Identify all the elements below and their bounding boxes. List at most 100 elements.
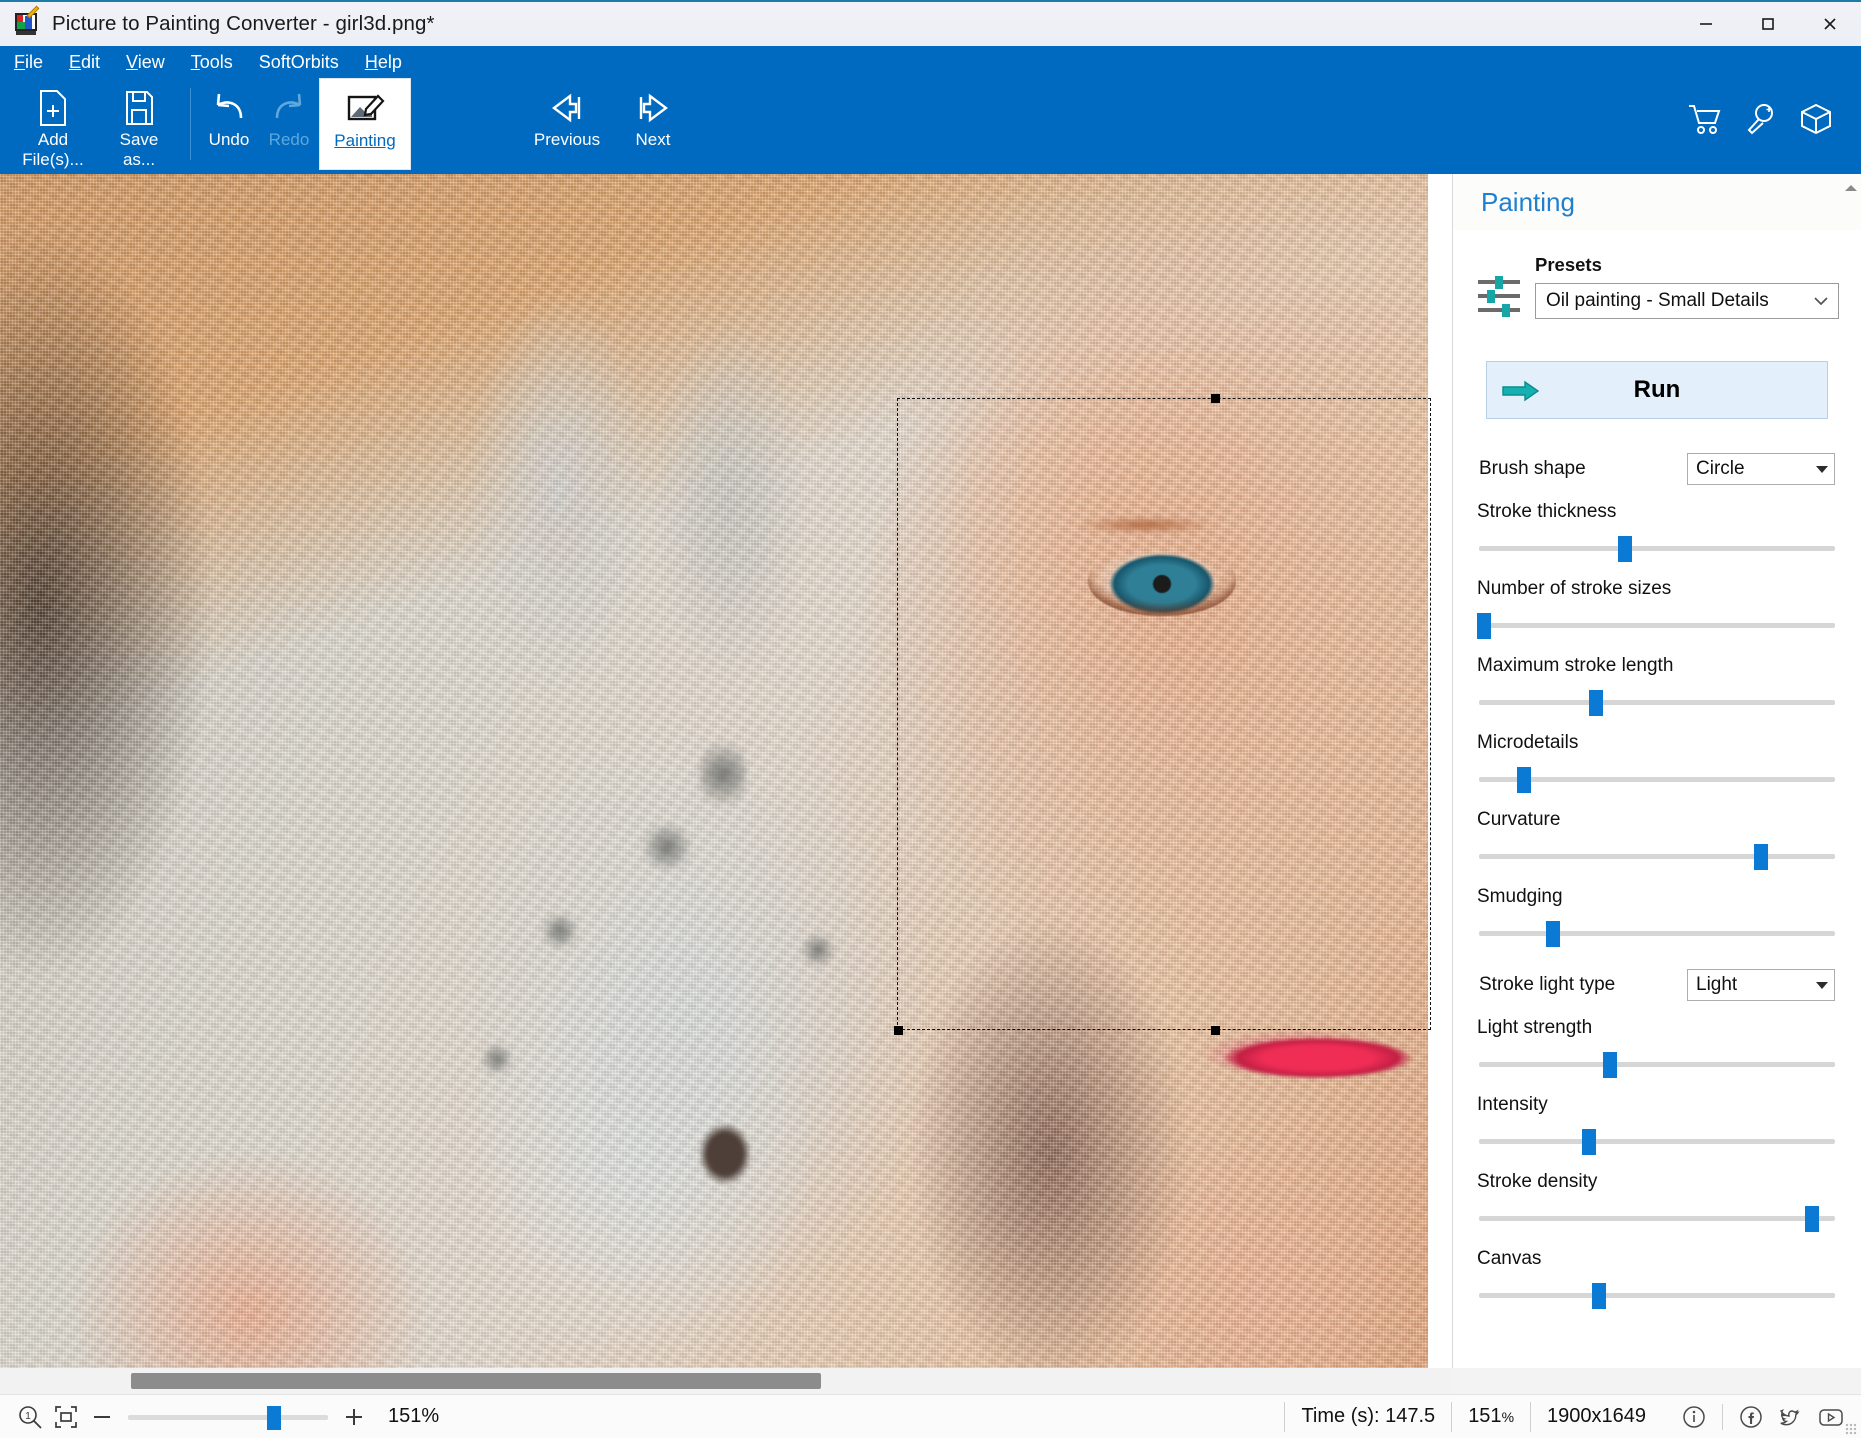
key-icon[interactable] — [1743, 102, 1777, 141]
slider-microdetails: Microdetails — [1475, 732, 1839, 793]
stroke-light-type-dropdown[interactable]: Light — [1687, 969, 1835, 1001]
menu-edit[interactable]: Edit — [69, 52, 100, 73]
slider-thumb[interactable] — [1754, 844, 1769, 870]
add-file-icon — [36, 86, 70, 130]
slider-thumb[interactable] — [1592, 1283, 1607, 1309]
lips-detail — [1218, 1032, 1418, 1084]
save-as-label-2: as... — [122, 150, 156, 169]
selection-handle-bottom-center[interactable] — [1211, 1026, 1220, 1035]
slider-track-wrap[interactable] — [1477, 1206, 1837, 1232]
maximize-button[interactable] — [1737, 1, 1799, 47]
zoom-out-minus-icon[interactable] — [84, 1399, 120, 1435]
close-button[interactable] — [1799, 1, 1861, 47]
redo-arrow-icon — [267, 86, 311, 130]
brush-shape-label: Brush shape — [1479, 458, 1586, 479]
slider-thumb[interactable] — [1581, 1129, 1596, 1155]
box-icon[interactable] — [1799, 102, 1833, 141]
zoom-slider-thumb[interactable] — [267, 1405, 281, 1430]
status-bar: 1 151% Time (s): 147.5 151 % 1900x1649 — [0, 1394, 1861, 1438]
zoom-slider[interactable] — [128, 1399, 328, 1435]
slider-track — [1479, 777, 1835, 782]
menu-bar: FFileile Edit View Tools SoftOrbits Help — [0, 46, 1861, 78]
undo-button[interactable]: Undo — [199, 78, 259, 170]
canvas-horizontal-scrollbar[interactable] — [0, 1368, 1452, 1394]
status-scale-unit: % — [1501, 1408, 1515, 1425]
status-bar-right: Time (s): 147.5 151% 1900x1649 — [1284, 1401, 1861, 1433]
presets-dropdown[interactable]: Oil painting - Small Details — [1535, 283, 1839, 319]
title-bar: Picture to Painting Converter - girl3d.p… — [0, 0, 1861, 46]
slider-track-wrap[interactable] — [1477, 690, 1837, 716]
zoom-in-plus-icon[interactable] — [336, 1399, 372, 1435]
slider-track-wrap[interactable] — [1477, 844, 1837, 870]
slider-thumb[interactable] — [1545, 921, 1560, 947]
next-button[interactable]: Next — [610, 78, 696, 170]
menu-view[interactable]: View — [126, 52, 165, 73]
presets-row: Presets Oil painting - Small Details — [1475, 254, 1839, 319]
image-canvas[interactable] — [0, 174, 1452, 1368]
panel-scroll-up-icon[interactable] — [1843, 180, 1859, 194]
resize-grip[interactable] — [1845, 1423, 1857, 1435]
slider-curvature: Curvature — [1475, 809, 1839, 870]
menu-softorbits[interactable]: SoftOrbits — [259, 52, 339, 73]
youtube-icon[interactable] — [1815, 1401, 1847, 1433]
selection-handle-bottom-left[interactable] — [894, 1026, 903, 1035]
slider-track-wrap[interactable] — [1477, 1052, 1837, 1078]
slider-track — [1479, 1293, 1835, 1298]
status-bar-left: 1 151% — [0, 1399, 439, 1435]
slider-label: Stroke thickness — [1477, 501, 1617, 522]
save-as-button[interactable]: Save as... — [96, 78, 182, 170]
slider-stroke-density: Stroke density — [1475, 1171, 1839, 1232]
status-scale: 151% — [1451, 1401, 1530, 1432]
slider-thumb[interactable] — [1804, 1206, 1819, 1232]
slider-thumb[interactable] — [1588, 690, 1603, 716]
menu-file[interactable]: FFileile — [14, 52, 43, 73]
cart-icon[interactable] — [1687, 102, 1721, 141]
slider-maximum-stroke-length: Maximum stroke length — [1475, 655, 1839, 716]
slider-track-wrap[interactable] — [1477, 536, 1837, 562]
previous-button[interactable]: Previous — [524, 78, 610, 170]
slider-thumb[interactable] — [1603, 1052, 1618, 1078]
brush-shape-value: Circle — [1696, 458, 1745, 479]
add-files-button[interactable]: Add File(s)... — [10, 78, 96, 170]
minimize-button[interactable] — [1675, 1, 1737, 47]
facebook-icon[interactable] — [1735, 1401, 1767, 1433]
slider-label: Number of stroke sizes — [1477, 578, 1672, 599]
slider-intensity: Intensity — [1475, 1094, 1839, 1155]
menu-help[interactable]: Help — [365, 52, 402, 73]
redo-label: Redo — [268, 130, 310, 149]
slider-track-wrap[interactable] — [1477, 1283, 1837, 1309]
slider-track — [1479, 931, 1835, 936]
slider-label: Light strength — [1477, 1017, 1593, 1038]
brush-shape-dropdown[interactable]: Circle — [1687, 453, 1835, 485]
sliders-icon — [1475, 273, 1525, 319]
slider-thumb[interactable] — [1617, 536, 1632, 562]
add-files-label-1: Add — [37, 130, 69, 149]
selection-handle-top-center[interactable] — [1211, 394, 1220, 403]
status-divider — [1722, 1403, 1723, 1430]
next-arrow-icon — [630, 86, 676, 130]
slider-track-wrap[interactable] — [1477, 613, 1837, 639]
selection-marquee[interactable] — [897, 398, 1431, 1030]
painting-tab-button[interactable]: Painting — [319, 78, 411, 170]
menu-tools[interactable]: Tools — [191, 52, 233, 73]
slider-track — [1479, 546, 1835, 551]
canvas-horizontal-scroll-thumb[interactable] — [131, 1373, 821, 1389]
painting-icon — [345, 87, 385, 131]
window-title: Picture to Painting Converter - girl3d.p… — [52, 12, 435, 35]
run-button[interactable]: Run — [1486, 361, 1828, 419]
slider-track-wrap[interactable] — [1477, 921, 1837, 947]
application-window: Picture to Painting Converter - girl3d.p… — [0, 0, 1861, 1438]
slider-thumb[interactable] — [1477, 613, 1492, 639]
stroke-light-type-row: Stroke light type Light — [1475, 969, 1839, 1001]
slider-light-strength: Light strength — [1475, 1017, 1839, 1078]
slider-thumb[interactable] — [1516, 767, 1531, 793]
zoom-actual-size-icon[interactable]: 1 — [12, 1399, 48, 1435]
slider-track-wrap[interactable] — [1477, 767, 1837, 793]
info-icon[interactable] — [1678, 1401, 1710, 1433]
slider-track-wrap[interactable] — [1477, 1129, 1837, 1155]
stroke-light-type-label: Stroke light type — [1479, 974, 1616, 995]
slider-track — [1479, 1062, 1835, 1067]
twitter-icon[interactable] — [1775, 1401, 1807, 1433]
fit-to-screen-icon[interactable] — [48, 1399, 84, 1435]
svg-text:1: 1 — [25, 1411, 31, 1422]
